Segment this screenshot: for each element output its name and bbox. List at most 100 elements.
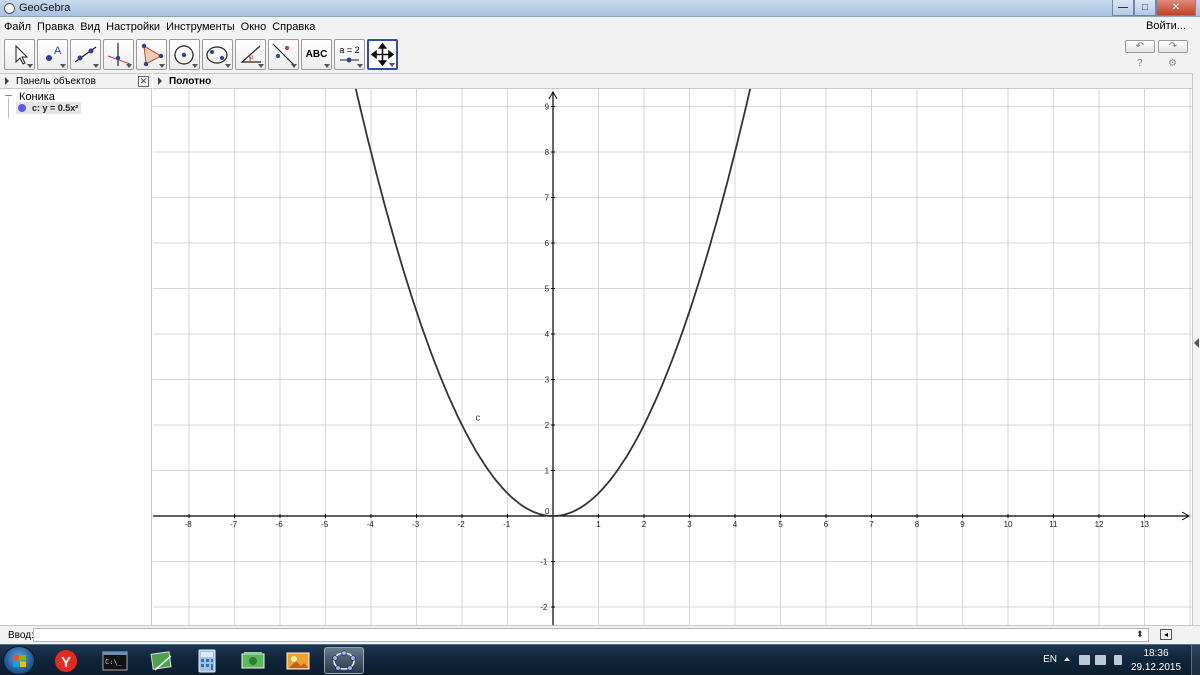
maximize-button[interactable]: □ <box>1134 0 1156 16</box>
input-label: Ввод: <box>8 630 34 641</box>
tree-connector <box>8 98 9 118</box>
windows-logo-icon <box>13 655 26 667</box>
x-tick-label: 8 <box>915 520 920 529</box>
x-tick-label: -2 <box>458 520 466 529</box>
input-field[interactable] <box>33 628 1149 642</box>
menu-file[interactable]: Файл <box>4 21 35 33</box>
svg-text:Y: Y <box>61 654 71 671</box>
y-tick-label: 4 <box>545 330 550 339</box>
axes <box>153 90 1191 625</box>
toolbar: A α ABC a = 2 ↶ ↷ ? ⚙ <box>0 36 1200 73</box>
clock-date[interactable]: 29.12.2015 <box>1128 662 1184 673</box>
text-tool-button[interactable]: ABC <box>301 39 332 70</box>
menu-edit[interactable]: Правка <box>37 21 78 33</box>
panel-expand-arrow-icon[interactable] <box>158 77 162 85</box>
reflect-tool-button[interactable] <box>268 39 299 70</box>
algebra-panel-close-button[interactable]: ✕ <box>138 76 149 87</box>
volume-icon[interactable] <box>1095 655 1106 665</box>
taskbar-geogebra[interactable] <box>324 647 364 674</box>
x-tick-label: 2 <box>642 520 647 529</box>
network-icon[interactable] <box>1079 655 1090 665</box>
x-tick-label: 4 <box>733 520 738 529</box>
move-graphics-view-tool-button[interactable] <box>367 39 398 70</box>
algebra-object-label: c: y = 0.5x² <box>32 103 79 113</box>
x-tick-label: 3 <box>687 520 692 529</box>
show-hidden-icons-icon[interactable] <box>1064 657 1070 661</box>
geogebra-app-icon <box>4 3 15 14</box>
system-tray: EN 18:36 29.12.2015 <box>1030 645 1200 675</box>
minimize-button[interactable]: — <box>1112 0 1134 16</box>
windows-taskbar: Y C:\_ EN 18:36 29.12.2015 <box>0 644 1200 675</box>
graphics-view[interactable]: -8 -7 -6 -5 -4 -3 -2 -1 0 1 2 3 4 5 6 7 8 9 10 11 12 13 -2 -1 1 2… <box>153 89 1192 625</box>
x-tick-label: 13 <box>1140 520 1149 529</box>
menu-help[interactable]: Справка <box>272 21 319 33</box>
settings-gear-icon[interactable]: ⚙ <box>1168 58 1177 69</box>
taskbar-money-app[interactable] <box>233 647 273 674</box>
point-tool-button[interactable]: A <box>37 39 68 70</box>
language-indicator[interactable]: EN <box>1043 654 1057 665</box>
keyboard-toggle-icon[interactable]: ◂ <box>1160 629 1172 640</box>
money-app-icon <box>241 651 265 668</box>
line-tool-button[interactable] <box>70 39 101 70</box>
y-tick-label: 9 <box>545 103 550 112</box>
menu-view[interactable]: Вид <box>80 21 104 33</box>
redo-button[interactable]: ↷ <box>1158 40 1188 53</box>
category-collapse-icon[interactable] <box>5 95 12 96</box>
algebra-object-c[interactable]: c: y = 0.5x² <box>16 102 81 114</box>
graphics-panel-title: Полотно <box>169 76 212 87</box>
taskbar-tablet-pc[interactable] <box>142 647 182 674</box>
polygon-tool-button[interactable] <box>136 39 167 70</box>
angle-tool-button[interactable]: α <box>235 39 266 70</box>
window-title: GeoGebra <box>19 2 71 14</box>
y-tick-label: 7 <box>545 194 550 203</box>
menu-bar: Файл Правка Вид Настройки Инструменты Ок… <box>0 17 1200 36</box>
y-tick-label: -1 <box>540 558 548 567</box>
tick-labels: -8 -7 -6 -5 -4 -3 -2 -101 2 3 4 5 6 7 8 9 10 11 12 13-2-112… <box>185 103 1150 613</box>
svg-text:A: A <box>54 45 62 57</box>
x-tick-label: -3 <box>412 520 420 529</box>
circle-tool-button[interactable] <box>169 39 200 70</box>
y-tick-label: 5 <box>545 285 550 294</box>
perpendicular-line-tool-button[interactable] <box>103 39 134 70</box>
collapse-arrow-icon[interactable] <box>1194 338 1199 348</box>
clock-time[interactable]: 18:36 <box>1134 648 1178 659</box>
move-tool-button[interactable] <box>4 39 35 70</box>
y-tick-label: -2 <box>540 603 548 612</box>
algebra-view: Коника c: y = 0.5x² <box>0 89 152 625</box>
taskbar-photo-viewer[interactable] <box>278 647 318 674</box>
action-center-flag-icon[interactable] <box>1114 655 1122 665</box>
visibility-toggle-icon[interactable] <box>18 104 26 112</box>
login-link[interactable]: Войти... <box>1146 20 1186 32</box>
taskbar-calculator[interactable] <box>187 647 227 674</box>
svg-text:C:\_: C:\_ <box>105 658 123 666</box>
right-panel-toggle[interactable] <box>1192 73 1200 625</box>
algebra-panel-title: Панель объектов <box>16 76 96 87</box>
x-tick-label: -7 <box>230 520 238 529</box>
menu-options[interactable]: Настройки <box>106 21 164 33</box>
taskbar-command-prompt[interactable]: C:\_ <box>95 647 135 674</box>
graphics-canvas[interactable]: -8 -7 -6 -5 -4 -3 -2 -101 2 3 4 5 6 7 8 9 10 11 12 13-2-112… <box>153 89 1192 625</box>
undo-button[interactable]: ↶ <box>1125 40 1155 53</box>
graphics-panel-header: Полотно <box>153 73 1192 89</box>
menu-window[interactable]: Окно <box>241 21 271 33</box>
y-tick-label: 1 <box>545 467 550 476</box>
show-desktop-button[interactable] <box>1191 645 1200 675</box>
conic-tool-button[interactable] <box>202 39 233 70</box>
panel-expand-arrow-icon[interactable] <box>5 77 9 85</box>
photo-viewer-icon <box>286 652 310 669</box>
taskbar-yandex-browser[interactable]: Y <box>46 647 86 674</box>
input-history-spinner-icon[interactable]: ⬍ <box>1136 629 1144 640</box>
help-icon[interactable]: ? <box>1137 58 1143 69</box>
close-button[interactable]: ✕ <box>1156 0 1196 16</box>
y-tick-label: 8 <box>545 148 550 157</box>
svg-text:α: α <box>250 55 254 61</box>
title-bar: GeoGebra — □ ✕ <box>0 0 1200 17</box>
input-bar: Ввод: ⬍ ◂ <box>0 625 1200 644</box>
x-tick-label: -5 <box>321 520 329 529</box>
menu-tools[interactable]: Инструменты <box>166 21 239 33</box>
slider-tool-button[interactable]: a = 2 <box>334 39 365 70</box>
geogebra-window: GeoGebra — □ ✕ Файл Правка Вид Настройки… <box>0 0 1200 675</box>
x-tick-label: 6 <box>824 520 829 529</box>
start-button[interactable] <box>3 646 35 675</box>
x-tick-label: -6 <box>276 520 284 529</box>
